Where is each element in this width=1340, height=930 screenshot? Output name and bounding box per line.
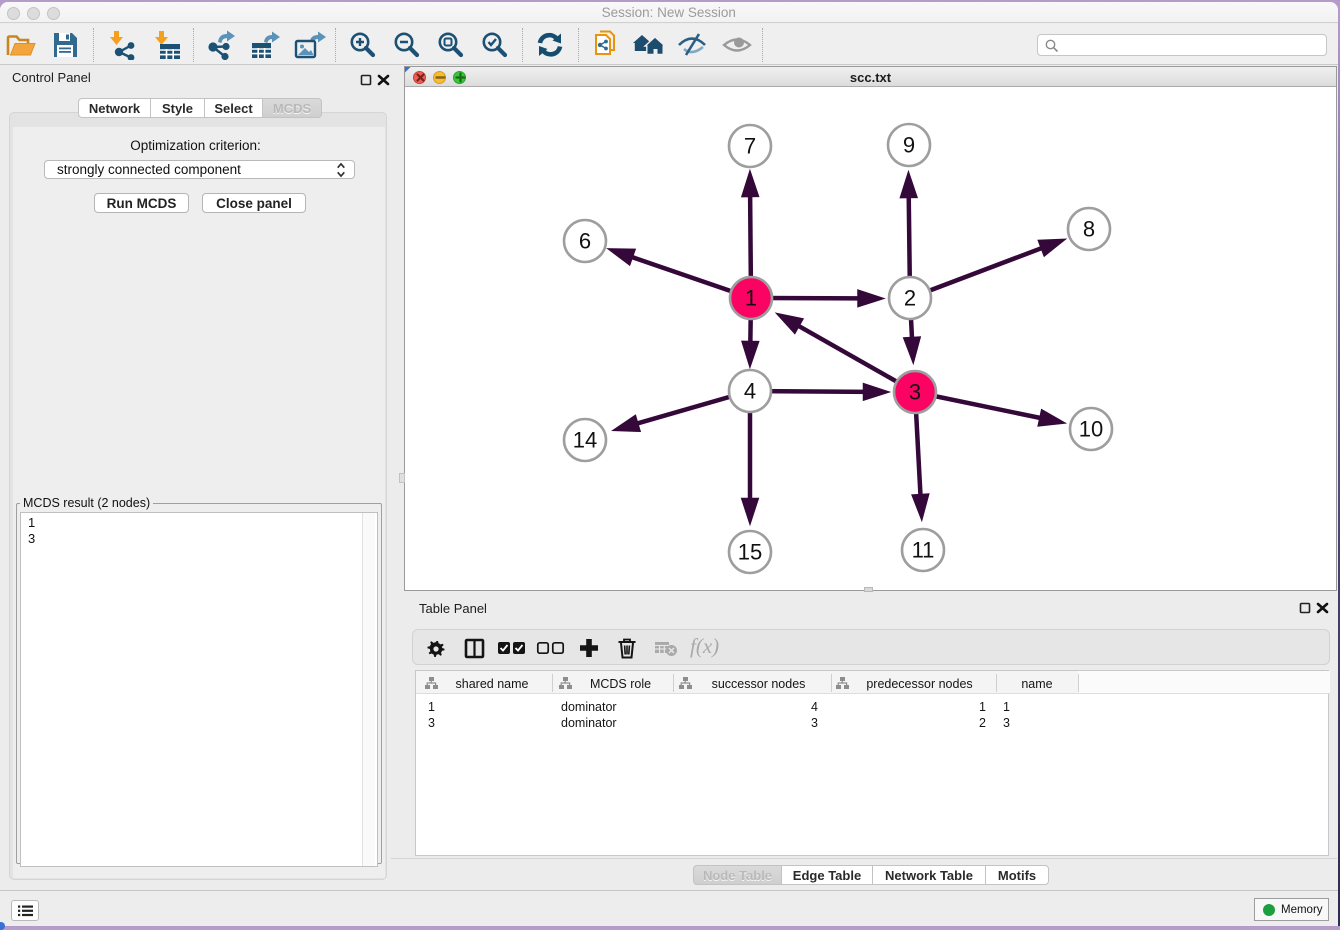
svg-text:4: 4 — [744, 379, 756, 404]
svg-text:9: 9 — [903, 133, 915, 158]
svg-text:15: 15 — [738, 540, 762, 565]
svg-text:7: 7 — [744, 134, 756, 159]
svg-text:11: 11 — [912, 538, 935, 563]
svg-text:2: 2 — [904, 286, 916, 311]
svg-text:6: 6 — [579, 229, 591, 254]
svg-text:10: 10 — [1079, 417, 1103, 442]
svg-text:3: 3 — [909, 380, 921, 405]
svg-text:8: 8 — [1083, 217, 1095, 242]
svg-text:1: 1 — [745, 286, 757, 311]
svg-text:14: 14 — [573, 428, 597, 453]
